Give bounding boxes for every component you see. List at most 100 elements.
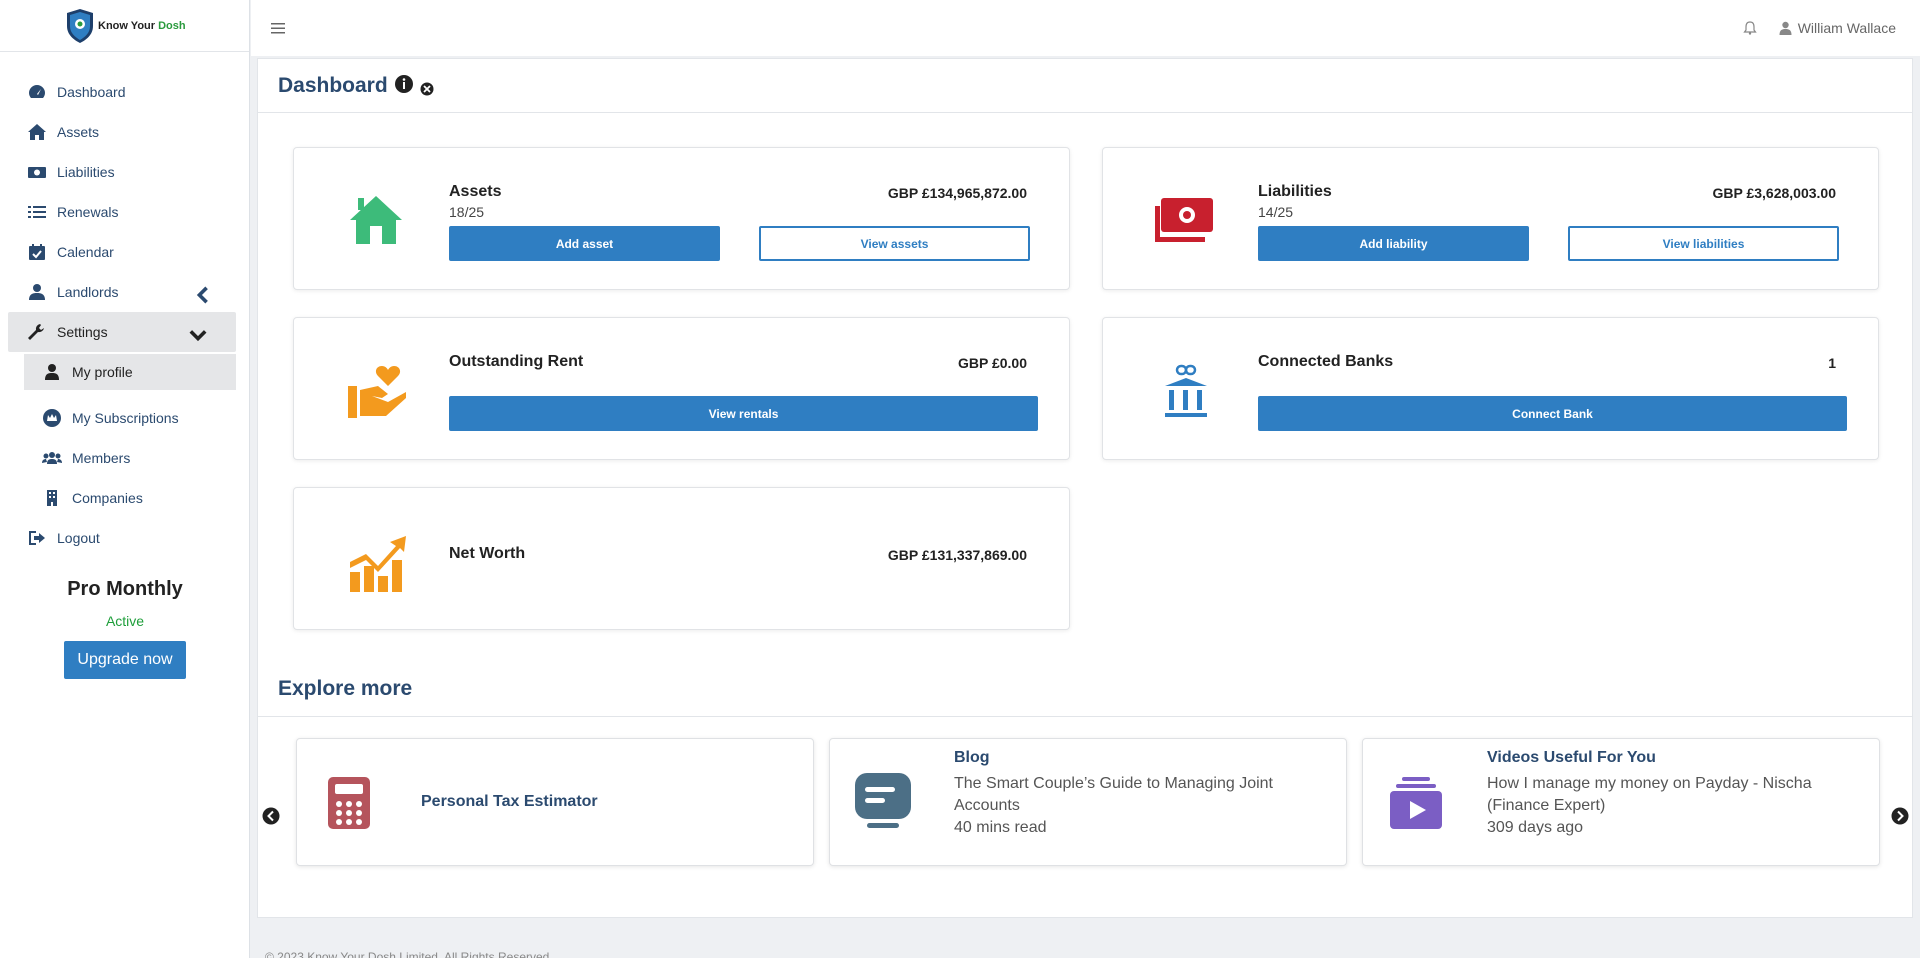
plan-status: Active (105, 613, 145, 629)
topbar-right: William Wallace (1743, 20, 1896, 36)
sidebar-nav: Dashboard Assets Liabilities Renewals Ca… (0, 52, 249, 558)
sidebar-item-members[interactable]: Members (0, 438, 249, 478)
sidebar-item-dashboard[interactable]: Dashboard (0, 72, 249, 112)
explore-card-text-line3: 309 days ago (1487, 819, 1584, 836)
user-tie-icon (29, 284, 45, 300)
card-title: Connected Banks (1258, 353, 1394, 370)
sidebar-item-label: Dashboard (57, 84, 126, 100)
card-title: Assets (449, 183, 502, 200)
net-worth-card: Net Worth GBP £131,337,869.00 (293, 487, 1070, 630)
subscription-plan: Pro Monthly Active Upgrade now (0, 578, 250, 679)
card-title: Liabilities (1258, 183, 1332, 200)
explore-card-title: Personal Tax Estimator (421, 793, 598, 810)
card-value: GBP £0.00 (957, 355, 1027, 371)
shield-logo-icon (67, 8, 93, 43)
add-liability-button[interactable]: Add liability (1258, 226, 1529, 261)
hamburger-menu-icon[interactable] (271, 22, 285, 34)
chevron-left-icon (196, 286, 208, 304)
outstanding-rent-card: Outstanding Rent GBP £0.00 View rentals (293, 317, 1070, 460)
brand-name: Know Your Dosh (98, 19, 186, 32)
carousel-next-icon[interactable] (1891, 807, 1909, 825)
money-bill-icon (1155, 198, 1213, 242)
sidebar-item-calendar[interactable]: Calendar (0, 232, 249, 272)
chevron-down-icon (189, 330, 207, 342)
main-content: Dashboard Assets 18/25 GBP £134,965,872.… (257, 58, 1913, 918)
card-title: Outstanding Rent (449, 353, 584, 370)
sidebar-item-label: Assets (57, 124, 100, 140)
sidebar: Know Your Dosh Dashboard Assets Liabilit… (0, 0, 250, 958)
page-header: Dashboard (258, 59, 1912, 113)
explore-card-text-line1: The Smart Couple’s Guide to Managing Joi… (954, 775, 1273, 792)
sidebar-item-label: Renewals (57, 204, 119, 220)
card-title: Net Worth (449, 545, 526, 562)
sidebar-item-label: Members (72, 450, 131, 466)
plan-name: Pro Monthly (67, 578, 183, 600)
liabilities-card: Liabilities 14/25 GBP £3,628,003.00 Add … (1102, 147, 1879, 290)
view-assets-button[interactable]: View assets (759, 226, 1030, 261)
card-value: 1 (1828, 355, 1836, 371)
gauge-icon (29, 85, 45, 98)
card-count: 18/25 (449, 204, 485, 220)
card-value: GBP £3,628,003.00 (1712, 185, 1836, 201)
carousel-prev-icon[interactable] (262, 807, 280, 825)
explore-card-text-line2: (Finance Expert) (1487, 797, 1606, 814)
sidebar-item-label: Companies (72, 490, 143, 506)
user-icon (45, 364, 59, 380)
add-asset-button[interactable]: Add asset (449, 226, 720, 261)
video-playlist-icon (1390, 777, 1442, 829)
sidebar-item-assets[interactable]: Assets (0, 112, 249, 152)
sidebar-item-landlords[interactable]: Landlords (0, 272, 249, 312)
chart-growth-icon (350, 536, 406, 592)
wrench-icon (28, 324, 44, 340)
building-icon (47, 490, 57, 506)
sidebar-item-my-profile[interactable]: My profile (24, 354, 236, 390)
sidebar-item-label: Logout (57, 530, 100, 546)
sidebar-item-label: My profile (72, 364, 133, 380)
explore-card-title: Videos Useful For You (1487, 749, 1656, 766)
explore-card-text-line3: 40 mins read (954, 819, 1047, 836)
sidebar-item-companies[interactable]: Companies (0, 478, 249, 518)
explore-card-title: Blog (954, 749, 990, 766)
sidebar-item-my-subscriptions[interactable]: My Subscriptions (0, 398, 249, 438)
sidebar-item-label: Calendar (57, 244, 114, 260)
view-liabilities-button[interactable]: View liabilities (1568, 226, 1839, 261)
upgrade-button[interactable]: Upgrade now (64, 641, 186, 679)
card-value: GBP £134,965,872.00 (887, 185, 1027, 201)
home-icon (28, 124, 46, 140)
assets-card: Assets 18/25 GBP £134,965,872.00 Add ass… (293, 147, 1070, 290)
sidebar-item-label: My Subscriptions (72, 410, 179, 426)
logo[interactable]: Know Your Dosh (0, 0, 249, 52)
footer-copyright: © 2023 Know Your Dosh Limited. All Right… (265, 950, 553, 958)
sidebar-item-label: Landlords (57, 284, 119, 300)
divider (258, 716, 1912, 717)
explore-card-tax[interactable]: Personal Tax Estimator (296, 738, 814, 866)
sidebar-item-label: Settings (57, 324, 108, 340)
user-name[interactable]: William Wallace (1798, 20, 1896, 36)
sidebar-item-logout[interactable]: Logout (0, 518, 249, 558)
crown-icon (43, 409, 61, 427)
sidebar-item-liabilities[interactable]: Liabilities (0, 152, 249, 192)
sidebar-item-renewals[interactable]: Renewals (0, 192, 249, 232)
calculator-icon (328, 777, 370, 829)
blog-icon (855, 773, 911, 828)
page-title: Dashboard (278, 73, 388, 97)
user-icon (1779, 21, 1792, 35)
sidebar-item-settings[interactable]: Settings (8, 312, 236, 352)
close-circle-icon[interactable] (420, 82, 434, 96)
card-value: GBP £131,337,869.00 (887, 547, 1027, 563)
explore-card-blog[interactable]: Blog The Smart Couple’s Guide to Managin… (829, 738, 1347, 866)
calendar-check-icon (29, 244, 45, 260)
explore-card-text-line1: How I manage my money on Payday - Nischa (1487, 775, 1812, 792)
view-rentals-button[interactable]: View rentals (449, 396, 1038, 431)
info-icon[interactable] (394, 74, 414, 94)
house-icon (350, 196, 402, 244)
explore-card-videos[interactable]: Videos Useful For You How I manage my mo… (1362, 738, 1880, 866)
sign-out-icon (29, 531, 45, 545)
connect-bank-button[interactable]: Connect Bank (1258, 396, 1847, 431)
sidebar-item-label: Liabilities (57, 164, 115, 180)
bank-link-icon (1165, 364, 1207, 417)
card-count: 14/25 (1258, 204, 1294, 220)
hand-holding-heart-icon (348, 366, 406, 418)
bell-icon[interactable] (1743, 21, 1757, 35)
users-icon (42, 452, 62, 464)
